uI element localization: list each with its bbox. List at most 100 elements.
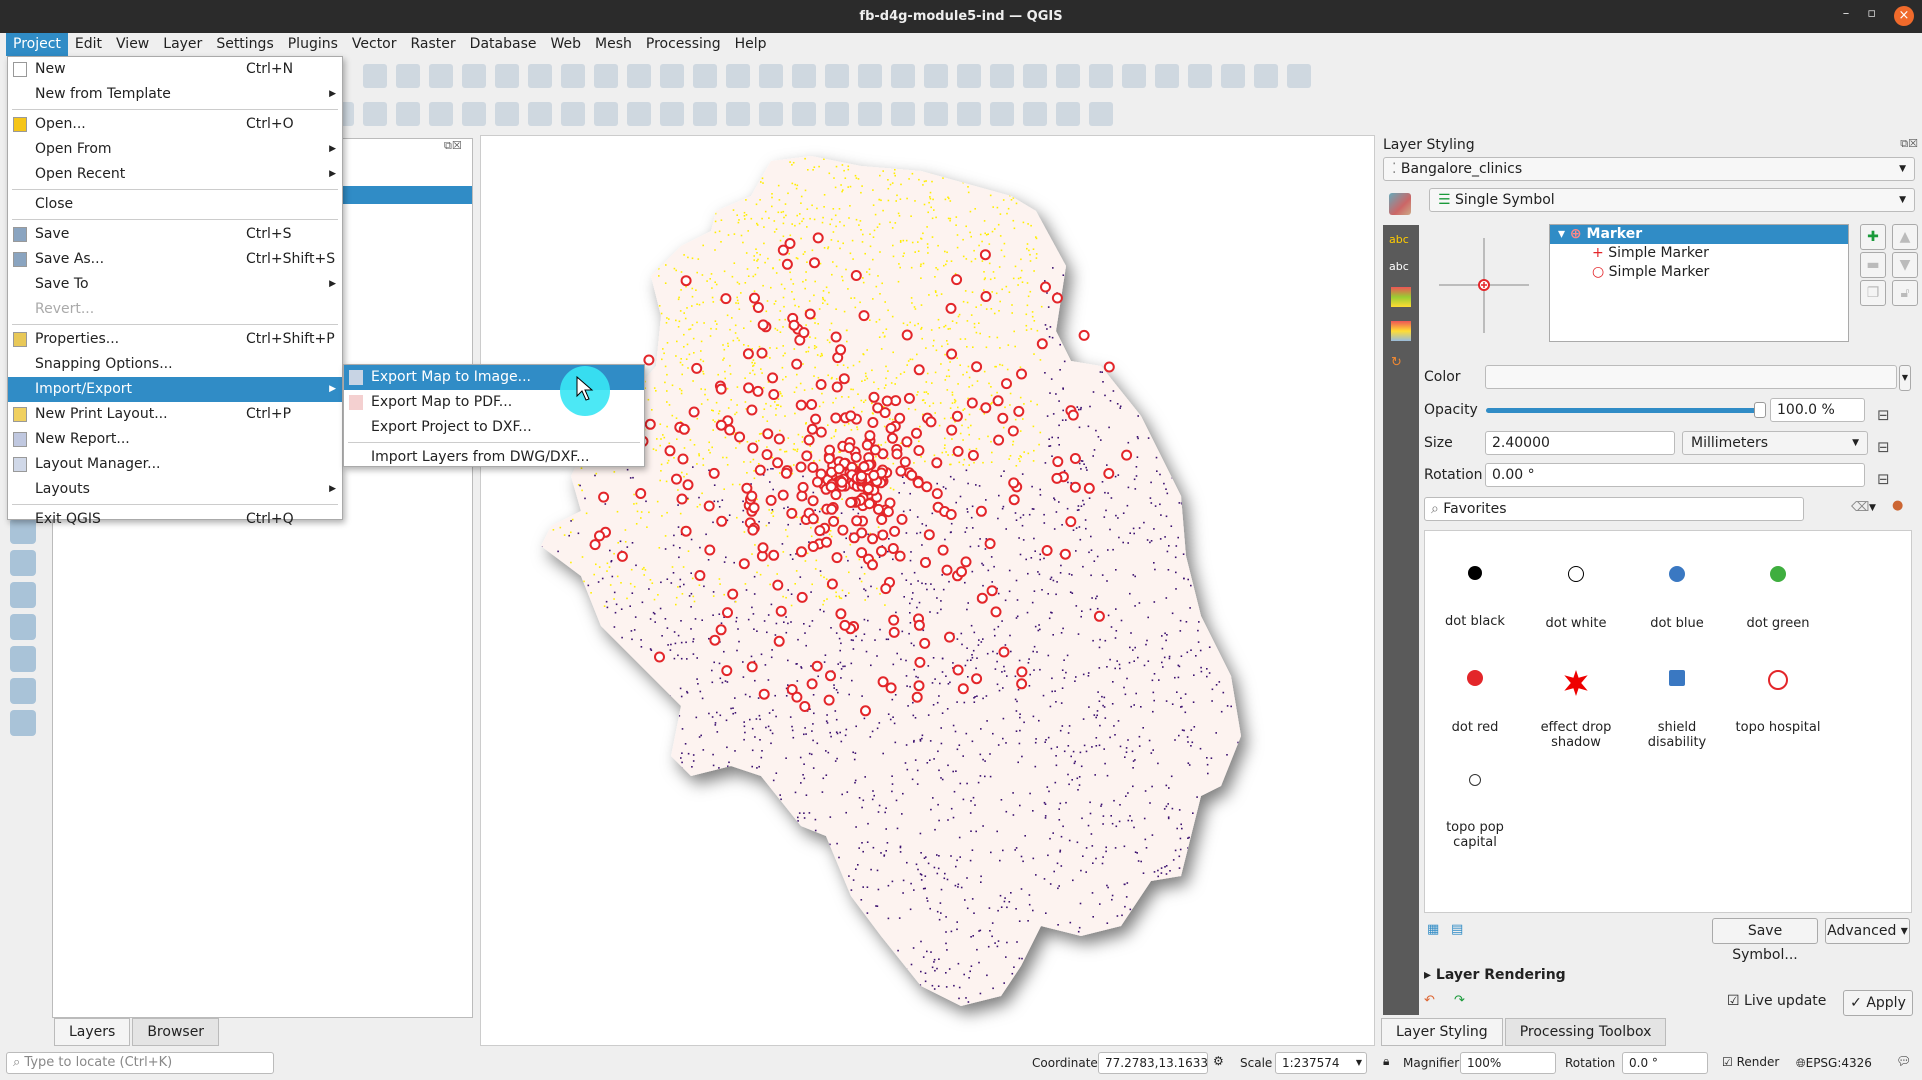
add-layer-button[interactable] <box>10 550 36 576</box>
minimize-icon[interactable]: – <box>1843 6 1850 26</box>
add-layer-button[interactable] <box>10 678 36 704</box>
menu-web[interactable]: Web <box>543 33 588 56</box>
density-point <box>702 464 705 466</box>
density-point <box>1170 525 1173 527</box>
toolbar-button[interactable] <box>1023 102 1047 126</box>
toolbar-button[interactable] <box>759 102 783 126</box>
toolbar-button[interactable] <box>1188 64 1212 88</box>
toolbar-button[interactable] <box>990 64 1014 88</box>
density-point <box>1239 633 1241 636</box>
add-layer-button[interactable] <box>10 710 36 736</box>
add-layer-button[interactable] <box>10 646 36 672</box>
toolbar-button[interactable] <box>594 64 618 88</box>
density-point <box>680 901 683 903</box>
toolbar-button[interactable] <box>990 102 1014 126</box>
toolbar-button[interactable] <box>660 102 684 126</box>
density-point <box>559 675 561 677</box>
menu-help[interactable]: Help <box>728 33 774 56</box>
density-point <box>1025 313 1028 316</box>
density-point <box>785 450 788 453</box>
menu-vector[interactable]: Vector <box>345 33 404 56</box>
tab-browser[interactable]: Browser <box>132 1018 220 1046</box>
toolbar-button[interactable] <box>858 102 882 126</box>
menu-settings[interactable]: Settings <box>209 33 280 56</box>
toolbar-button[interactable] <box>561 64 585 88</box>
density-point <box>599 766 601 768</box>
toolbar-button[interactable] <box>429 64 453 88</box>
toolbar-button[interactable] <box>726 102 750 126</box>
toolbar-button[interactable] <box>363 102 387 126</box>
toolbar-button[interactable] <box>363 64 387 88</box>
toolbar-button[interactable] <box>627 64 651 88</box>
toolbar-button[interactable] <box>924 64 948 88</box>
toolbar-button[interactable] <box>1023 64 1047 88</box>
toolbar-button[interactable] <box>1155 64 1179 88</box>
add-layer-button[interactable] <box>10 582 36 608</box>
density-point <box>679 578 682 581</box>
toolbar-button[interactable] <box>1287 64 1311 88</box>
density-point <box>1135 475 1138 477</box>
toolbar-button[interactable] <box>462 64 486 88</box>
toolbar-button[interactable] <box>1089 102 1113 126</box>
toolbar-button[interactable] <box>693 64 717 88</box>
close-icon[interactable]: × <box>1894 6 1914 26</box>
toolbar-button[interactable] <box>1122 64 1146 88</box>
toolbar-button[interactable] <box>660 64 684 88</box>
density-point <box>969 231 971 234</box>
toolbar-button[interactable] <box>957 102 981 126</box>
toolbar-button[interactable] <box>396 102 420 126</box>
menu-edit[interactable]: Edit <box>68 33 109 56</box>
toolbar-button[interactable] <box>1221 64 1245 88</box>
toolbar-button[interactable] <box>759 64 783 88</box>
panel-float-close-icons[interactable]: ⧉☒ <box>444 139 462 153</box>
toolbar-button[interactable] <box>858 64 882 88</box>
density-point <box>1165 1004 1167 1006</box>
toolbar-button[interactable] <box>693 102 717 126</box>
toolbar-button[interactable] <box>495 102 519 126</box>
toolbar-button[interactable] <box>561 102 585 126</box>
toolbar-button[interactable] <box>891 64 915 88</box>
toolbar-button[interactable] <box>792 102 816 126</box>
density-point <box>887 370 889 372</box>
toolbar-button[interactable] <box>825 64 849 88</box>
toolbar-button[interactable] <box>528 64 552 88</box>
toolbar-button[interactable] <box>726 64 750 88</box>
menu-mesh[interactable]: Mesh <box>588 33 639 56</box>
menu-layer[interactable]: Layer <box>156 33 209 56</box>
toolbar-button[interactable] <box>891 102 915 126</box>
toolbar-button[interactable] <box>825 102 849 126</box>
toolbar-button[interactable] <box>594 102 618 126</box>
toolbar-button[interactable] <box>528 102 552 126</box>
toolbar-button[interactable] <box>495 64 519 88</box>
toolbar-button[interactable] <box>1056 102 1080 126</box>
density-point <box>1178 175 1181 178</box>
menu-plugins[interactable]: Plugins <box>281 33 345 56</box>
tab-layers[interactable]: Layers <box>54 1018 131 1046</box>
add-layer-button[interactable] <box>10 614 36 640</box>
density-point <box>964 664 967 667</box>
toolbar-button[interactable] <box>396 64 420 88</box>
toolbar-button[interactable] <box>1254 64 1278 88</box>
density-point <box>793 464 795 466</box>
menu-processing[interactable]: Processing <box>639 33 728 56</box>
density-point <box>784 352 786 355</box>
density-point <box>1232 681 1234 684</box>
menu-view[interactable]: View <box>109 33 156 56</box>
toolbar-button[interactable] <box>1089 64 1113 88</box>
maximize-icon[interactable]: ▫ <box>1867 6 1876 26</box>
density-point <box>971 177 974 180</box>
menu-project[interactable]: Project <box>6 33 68 56</box>
map-canvas[interactable] <box>480 135 1375 1046</box>
toolbar-button[interactable] <box>792 64 816 88</box>
density-point <box>614 740 616 743</box>
selected-layer-row[interactable] <box>340 186 472 204</box>
toolbar-button[interactable] <box>957 64 981 88</box>
toolbar-button[interactable] <box>924 102 948 126</box>
menu-database[interactable]: Database <box>463 33 544 56</box>
menu-raster[interactable]: Raster <box>404 33 463 56</box>
toolbar-button[interactable] <box>429 102 453 126</box>
toolbar-button[interactable] <box>462 102 486 126</box>
toolbar-button[interactable] <box>627 102 651 126</box>
density-point <box>789 234 792 237</box>
toolbar-button[interactable] <box>1056 64 1080 88</box>
